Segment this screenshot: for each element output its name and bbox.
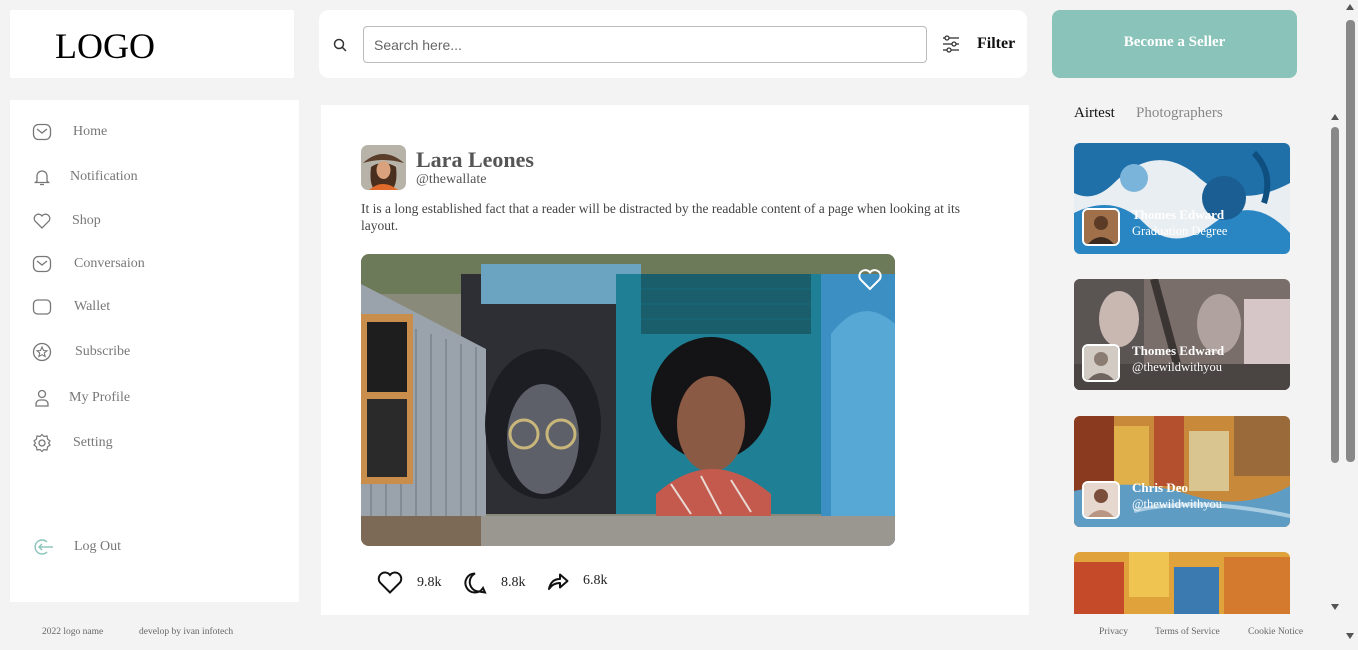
sidebar-item-setting[interactable]: Setting xyxy=(32,431,113,455)
comment-action[interactable]: 8.8k xyxy=(463,571,526,595)
logout-label: Log Out xyxy=(74,539,122,554)
page-scrollbar[interactable] xyxy=(1343,0,1358,650)
page-scrollbar-thumb[interactable] xyxy=(1346,20,1355,462)
sidebar-item-home[interactable]: Home xyxy=(32,120,107,144)
tab-airtest[interactable]: Airtest xyxy=(1074,105,1115,122)
user-icon xyxy=(35,389,49,407)
post-card: Lara Leones @thewallate It is a long est… xyxy=(321,105,1029,615)
card-avatar xyxy=(1082,481,1120,519)
scrollbar-thumb[interactable] xyxy=(1331,127,1339,463)
search-bar: Filter xyxy=(319,10,1027,78)
sidebar-item-label: Subscribe xyxy=(75,344,131,359)
card-avatar xyxy=(1082,208,1120,246)
sidebar-item-label: Wallet xyxy=(74,299,111,314)
sidebar-item-label: My Profile xyxy=(69,390,131,405)
sidebar-item-my-profile[interactable]: My Profile xyxy=(32,386,130,410)
footer-developer: develop by ivan infotech xyxy=(139,627,234,637)
share-action[interactable]: 6.8k xyxy=(547,571,608,591)
card-name: Chris Deo xyxy=(1132,480,1188,495)
sidebar-item-label: Home xyxy=(73,124,108,139)
filter-icon[interactable] xyxy=(942,35,960,53)
artist-card[interactable]: Thomes Edward Graduation Degree xyxy=(1074,143,1290,254)
logout-button[interactable]: Log Out xyxy=(32,535,121,559)
scroll-down-arrow-icon[interactable] xyxy=(1331,604,1339,610)
card-name: Thomes Edward xyxy=(1132,207,1225,222)
share-icon xyxy=(548,573,569,590)
like-count: 9.8k xyxy=(417,575,442,590)
bell-icon xyxy=(33,170,51,186)
card-name: Thomes Edward xyxy=(1132,343,1225,358)
artist-card[interactable]: Chris Deo @thewildwithyou xyxy=(1074,416,1290,527)
footer-link-privacy[interactable]: Privacy xyxy=(1099,627,1128,637)
logo-text: LOGO xyxy=(55,26,155,66)
content-scrollbar[interactable] xyxy=(1327,105,1343,615)
gear-icon xyxy=(33,433,51,453)
artist-card[interactable] xyxy=(1074,552,1290,614)
page-scroll-down-arrow-icon[interactable] xyxy=(1346,633,1354,639)
home-icon xyxy=(32,123,52,141)
card-avatar xyxy=(1082,344,1120,382)
author-avatar[interactable] xyxy=(361,145,406,190)
sidebar-item-label: Setting xyxy=(73,435,113,450)
sidebar-item-notification[interactable]: Notification xyxy=(32,165,138,189)
author-name[interactable]: Lara Leones xyxy=(416,147,534,173)
scroll-up-arrow-icon[interactable] xyxy=(1331,114,1339,120)
favorite-heart-icon[interactable] xyxy=(857,268,883,292)
comment-count: 8.8k xyxy=(501,575,526,590)
sidebar-item-subscribe[interactable]: Subscribe xyxy=(32,340,130,364)
sidebar-item-label: Notification xyxy=(70,169,138,184)
like-heart-icon xyxy=(377,571,403,594)
sidebar-item-label: Conversaion xyxy=(74,256,145,271)
card-subtitle: Graduation Degree xyxy=(1132,224,1228,238)
sidebar-item-conversation[interactable]: Conversaion xyxy=(32,252,145,276)
sidebar-item-label: Shop xyxy=(72,213,101,228)
become-seller-button[interactable]: Become a Seller xyxy=(1052,10,1297,78)
star-icon xyxy=(32,342,52,362)
artist-card[interactable]: Thomes Edward @thewildwithyou xyxy=(1074,279,1290,390)
logo-box[interactable]: LOGO xyxy=(10,10,294,78)
card-subtitle: @thewildwithyou xyxy=(1132,497,1222,511)
filter-button[interactable]: Filter xyxy=(977,35,1015,53)
sidebar-item-shop[interactable]: Shop xyxy=(32,209,101,233)
logout-icon xyxy=(34,539,53,555)
chat-icon xyxy=(32,255,52,273)
footer-link-terms[interactable]: Terms of Service xyxy=(1155,627,1220,637)
sidebar: Home Notification Shop Conversaion Walle… xyxy=(10,100,299,602)
like-action[interactable]: 9.8k xyxy=(377,571,442,595)
page-scroll-up-arrow-icon[interactable] xyxy=(1346,4,1354,10)
comment-icon xyxy=(464,572,487,594)
post-image[interactable] xyxy=(361,254,895,546)
tab-photographers[interactable]: Photographers xyxy=(1136,105,1223,122)
wallet-icon xyxy=(32,299,52,315)
heart-icon xyxy=(33,213,51,229)
post-text: It is a long established fact that a rea… xyxy=(361,201,961,233)
sidebar-item-wallet[interactable]: Wallet xyxy=(32,295,110,319)
share-count: 6.8k xyxy=(583,573,608,588)
card-subtitle: @thewildwithyou xyxy=(1132,360,1222,374)
search-input[interactable] xyxy=(363,26,927,63)
search-icon[interactable] xyxy=(333,38,347,52)
footer-link-cookie[interactable]: Cookie Notice xyxy=(1248,627,1303,637)
footer-copyright: 2022 logo name xyxy=(42,627,104,637)
author-handle[interactable]: @thewallate xyxy=(416,172,486,188)
